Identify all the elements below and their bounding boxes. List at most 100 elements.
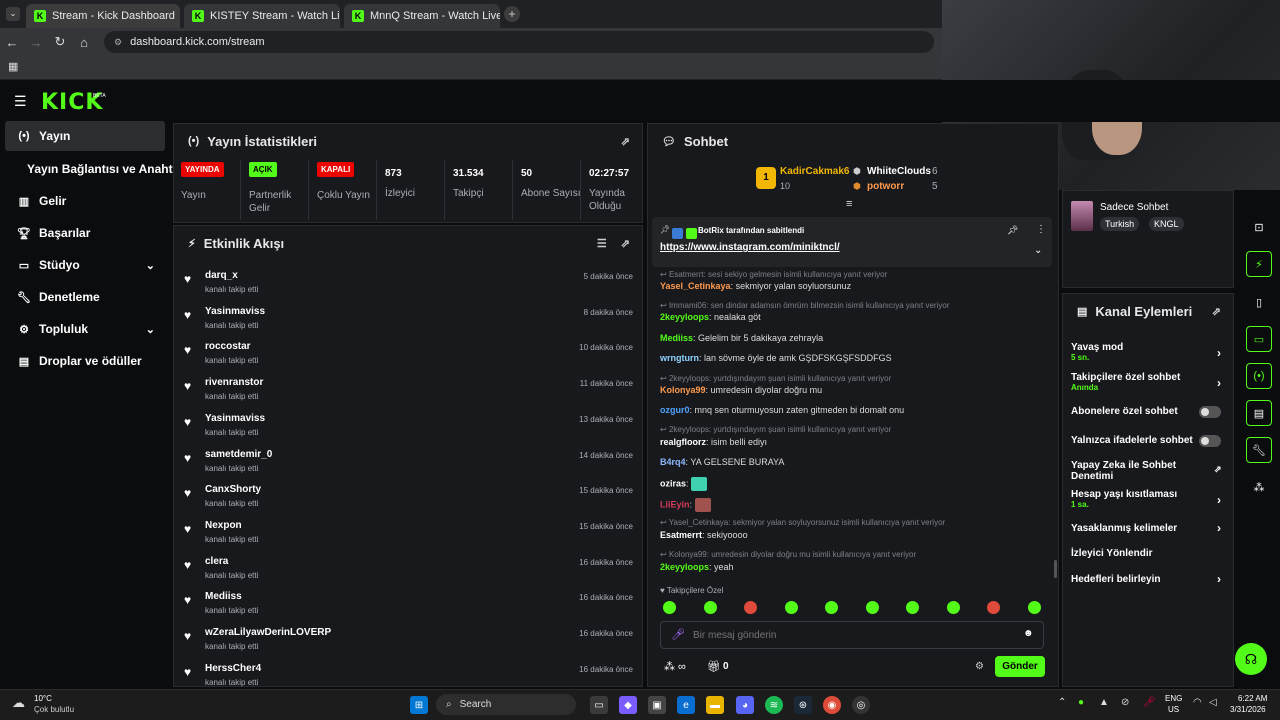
- sidebar-item-droplar[interactable]: ▤ Droplar ve ödüller: [5, 346, 165, 376]
- tag-chip[interactable]: Turkish: [1100, 217, 1140, 231]
- emote-icon[interactable]: [865, 601, 879, 614]
- top-gifter-2[interactable]: WhiiteClouds: [867, 166, 931, 177]
- popout-icon[interactable]: ⇗: [1212, 305, 1221, 318]
- clock-date[interactable]: 3/31/2026: [1230, 705, 1266, 714]
- file-explorer-icon[interactable]: ▬: [706, 696, 724, 714]
- chat-username[interactable]: oziras: [660, 478, 686, 488]
- support-headset-icon[interactable]: ☊: [1235, 643, 1267, 675]
- sidebar-item-topluluk[interactable]: ⚙ Topluluk ⌄: [5, 314, 165, 344]
- infinity-icon[interactable]: ⁂ ∞: [664, 660, 686, 673]
- event-user[interactable]: CanxShorty: [205, 484, 261, 495]
- volume-icon[interactable]: ◁: [1209, 697, 1217, 708]
- language-label[interactable]: ENG: [1165, 694, 1182, 703]
- unpin-icon[interactable]: 📌︎: [1007, 225, 1018, 236]
- forward-icon[interactable]: →: [24, 35, 48, 50]
- event-user[interactable]: darq_x: [205, 270, 238, 281]
- emote-icon[interactable]: [744, 601, 757, 614]
- chat-username[interactable]: 2keyyloops: [660, 312, 709, 322]
- chat-username[interactable]: Mediiss: [660, 333, 693, 343]
- event-user[interactable]: clera: [205, 556, 228, 567]
- event-user[interactable]: Yasinmaviss: [205, 413, 265, 424]
- sidebar-item-studyo[interactable]: ▭ Stüdyo ⌄: [5, 250, 165, 280]
- chat-bubble-icon[interactable]: ▭: [1246, 326, 1272, 352]
- edge-icon[interactable]: e: [677, 696, 695, 714]
- chat-username[interactable]: wrngturn: [660, 353, 699, 363]
- tab-kistey-stream[interactable]: K KISTEY Stream - Watch Live on ✕: [184, 4, 340, 28]
- emote-icon[interactable]: [663, 601, 676, 614]
- document-icon[interactable]: ▯: [1246, 289, 1272, 315]
- popout-icon[interactable]: ⇗: [621, 237, 630, 250]
- action-followers-only[interactable]: Takipçilere özel sohbet Anında ›: [1071, 372, 1231, 392]
- emote-icon[interactable]: [987, 601, 1000, 614]
- taskbar-search[interactable]: ⌕ Search: [436, 694, 576, 715]
- steam-icon[interactable]: ⊛: [794, 696, 812, 714]
- subscribers-only-toggle[interactable]: [1199, 406, 1221, 418]
- chat-username[interactable]: B4rq4: [660, 457, 686, 467]
- event-user[interactable]: Mediiss: [205, 591, 242, 602]
- top-gifter-3[interactable]: potworr: [867, 181, 904, 192]
- event-user[interactable]: HerssCher4: [205, 663, 261, 674]
- wifi-icon[interactable]: ◠: [1193, 697, 1202, 708]
- tab-list-icon[interactable]: ⌄: [6, 7, 20, 21]
- action-ai-moderation[interactable]: Yapay Zeka ile Sohbet Denetimi ⇗: [1071, 460, 1222, 482]
- sidebar-item-stream-key[interactable]: Yayın Bağlantısı ve Anahtarı: [5, 154, 187, 184]
- chevron-up-icon[interactable]: ⌃: [1058, 697, 1066, 708]
- clock-time[interactable]: 6:22 AM: [1238, 694, 1267, 703]
- community-icon[interactable]: ⁂: [1246, 474, 1272, 500]
- action-emotes-only[interactable]: Yalnızca ifadelerle sohbet: [1071, 435, 1231, 447]
- emote-icon[interactable]: [906, 601, 919, 614]
- site-info-icon[interactable]: ⚙: [114, 37, 122, 48]
- event-user[interactable]: roccostar: [205, 341, 251, 352]
- emote-icon[interactable]: [825, 601, 838, 614]
- wrench-icon[interactable]: 🔧︎: [1246, 437, 1272, 463]
- top-gifter-1[interactable]: KadirCakmak6: [780, 166, 849, 177]
- emote-icon[interactable]: [784, 601, 798, 614]
- weather-temp[interactable]: 10°C: [34, 694, 52, 703]
- channel-icon[interactable]: ▤: [1246, 400, 1272, 426]
- apps-grid-icon[interactable]: ▦: [8, 60, 18, 73]
- event-user[interactable]: wZeraLilyawDerinLOVERP: [205, 627, 331, 638]
- event-user[interactable]: sametdemir_0: [205, 449, 272, 460]
- emoji-icon[interactable]: ☻: [1023, 628, 1034, 639]
- spotify-icon[interactable]: ≋: [765, 696, 783, 714]
- chat-username[interactable]: ozgur0: [660, 405, 690, 415]
- copilot-icon[interactable]: ◆: [619, 696, 637, 714]
- chrome-icon[interactable]: ◉: [823, 696, 841, 714]
- more-icon[interactable]: ⋮: [1036, 224, 1046, 235]
- pinned-link[interactable]: https://www.instagram.com/miniktncl/: [660, 242, 840, 253]
- close-tab-icon[interactable]: ✕: [175, 10, 180, 23]
- chat-username[interactable]: realgfloorz: [660, 437, 706, 447]
- new-tab-icon[interactable]: +: [504, 6, 520, 22]
- action-account-age[interactable]: Hesap yaşı kısıtlaması 1 sa. ›: [1071, 489, 1231, 509]
- tray-app-icon[interactable]: ⊘: [1121, 697, 1129, 708]
- event-user[interactable]: Yasinmaviss: [205, 306, 265, 317]
- reload-icon[interactable]: ↻: [48, 34, 72, 50]
- chat-username[interactable]: Yasel_Cetinkaya: [660, 281, 731, 291]
- back-icon[interactable]: ←: [0, 35, 24, 50]
- chevron-down-icon[interactable]: ⌄: [1034, 245, 1042, 256]
- camera-scan-icon[interactable]: ⊡: [1246, 214, 1272, 240]
- home-icon[interactable]: ⌂: [72, 35, 96, 50]
- language-region[interactable]: US: [1168, 705, 1179, 714]
- microphone-icon[interactable]: 🎤︎: [671, 628, 685, 641]
- weather-desc[interactable]: Çok bulutlu: [34, 705, 74, 714]
- send-button[interactable]: Gönder: [995, 656, 1045, 677]
- emote-icon[interactable]: [703, 601, 717, 614]
- broadcast-icon[interactable]: (•): [1246, 363, 1272, 389]
- chat-username[interactable]: 2keyyloops: [660, 562, 709, 572]
- action-subscribers-only[interactable]: Abonelere özel sohbet: [1071, 406, 1231, 418]
- lightning-icon[interactable]: ⚡︎: [1246, 251, 1272, 277]
- action-goals[interactable]: Hedefleri belirleyin ›: [1071, 572, 1231, 586]
- action-banned-words[interactable]: Yasaklanmış kelimeler ›: [1071, 521, 1231, 535]
- action-raid[interactable]: İzleyici Yönlendir: [1071, 548, 1231, 559]
- chat-input-box[interactable]: 🎤︎ ☻: [660, 621, 1044, 649]
- action-slow-mode[interactable]: Yavaş mod 5 sn. ›: [1071, 342, 1231, 362]
- tray-app-icon[interactable]: ▲: [1099, 697, 1109, 708]
- emote-icon[interactable]: [1027, 601, 1041, 614]
- sidebar-item-yayin[interactable]: (•) Yayın: [5, 121, 165, 151]
- sidebar-item-basarilar[interactable]: 🏆︎ Başarılar: [5, 218, 165, 248]
- tag-chip[interactable]: KNGL: [1149, 217, 1184, 231]
- chat-username[interactable]: LiiEyin: [660, 499, 690, 509]
- emote-icon[interactable]: [946, 601, 960, 614]
- tray-app-icon[interactable]: ●: [1078, 697, 1084, 708]
